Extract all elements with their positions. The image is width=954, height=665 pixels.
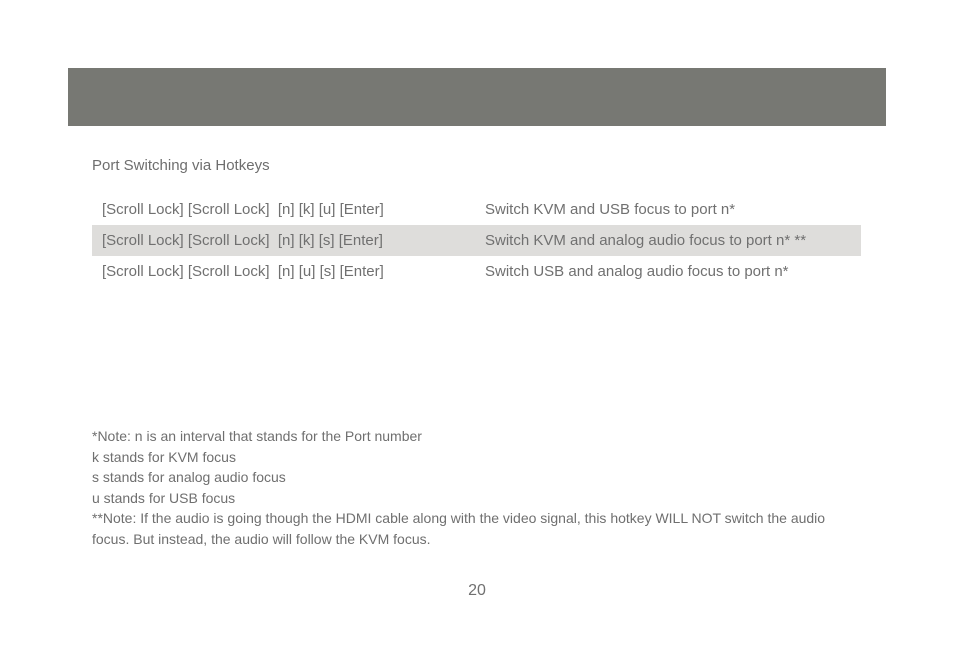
hotkey-description: Switch USB and analog audio focus to por… bbox=[485, 263, 789, 280]
page-number: 20 bbox=[468, 582, 486, 599]
section-title: Port Switching via Hotkeys bbox=[92, 157, 270, 174]
hotkey-description: Switch KVM and analog audio focus to por… bbox=[485, 232, 807, 249]
table-row: [Scroll Lock] [Scroll Lock] [n] [u] [s] … bbox=[92, 256, 861, 287]
note-hdmi: **Note: If the audio is going though the… bbox=[92, 510, 826, 547]
table-row: [Scroll Lock] [Scroll Lock] [n] [k] [u] … bbox=[92, 194, 861, 225]
note-u: u stands for USB focus bbox=[92, 489, 236, 506]
footnotes: *Note: n is an interval that stands for … bbox=[92, 426, 862, 549]
hotkey-keys: [Scroll Lock] [Scroll Lock] [n] [k] [s] … bbox=[102, 232, 383, 249]
note-k: k stands for KVM focus bbox=[92, 448, 236, 465]
hotkey-keys: [Scroll Lock] [Scroll Lock] [n] [u] [s] … bbox=[102, 263, 384, 280]
hotkey-keys: [Scroll Lock] [Scroll Lock] [n] [k] [u] … bbox=[102, 201, 384, 218]
note-n: *Note: n is an interval that stands for … bbox=[92, 428, 422, 444]
hotkey-table: [Scroll Lock] [Scroll Lock] [n] [k] [u] … bbox=[92, 194, 861, 287]
hotkey-description: Switch KVM and USB focus to port n* bbox=[485, 201, 736, 218]
header-banner bbox=[68, 68, 886, 126]
table-row: [Scroll Lock] [Scroll Lock] [n] [k] [s] … bbox=[92, 225, 861, 256]
note-s: s stands for analog audio focus bbox=[92, 469, 286, 485]
